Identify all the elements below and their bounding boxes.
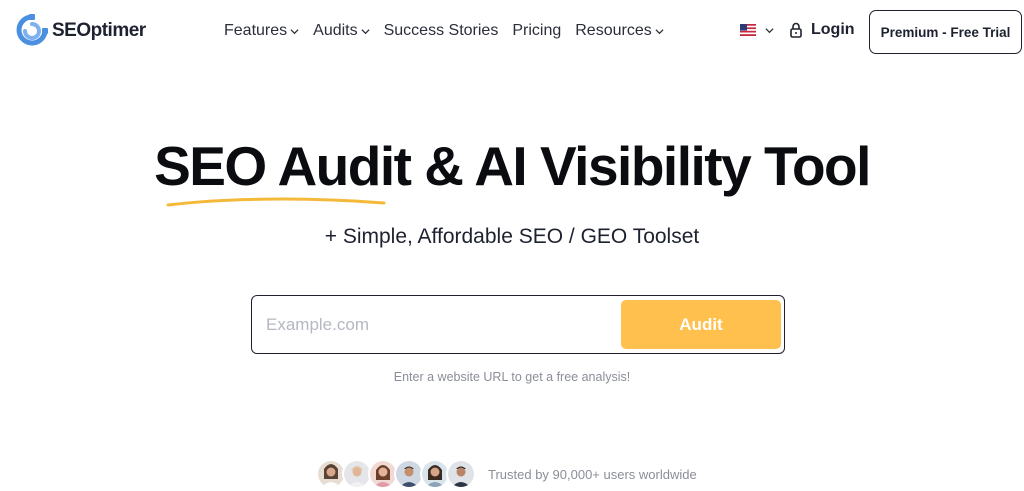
nav-item-resources[interactable]: Resources (575, 22, 664, 40)
nav-item-audits[interactable]: Audits (313, 22, 370, 40)
logo-text: SEOptimer (52, 20, 146, 41)
nav-item-label: Resources (575, 22, 652, 39)
chevron-down-icon (655, 29, 664, 35)
nav-item-success-stories[interactable]: Success Stories (384, 22, 499, 40)
trust-badge: Trusted by 90,000+ users worldwide (316, 459, 697, 489)
site-header: SEOptimer Features Audits Success Storie… (0, 0, 1024, 64)
search-hint: Enter a website URL to get a free analys… (393, 370, 631, 384)
login-label: Login (811, 21, 855, 38)
login-link[interactable]: Login (789, 21, 855, 39)
logo[interactable]: SEOptimer (16, 14, 146, 48)
chevron-down-icon (290, 29, 299, 35)
avatar (446, 459, 476, 489)
nav-item-label: Audits (313, 22, 358, 39)
chevron-down-icon (765, 28, 774, 34)
website-url-input[interactable] (266, 310, 606, 340)
user-avatars (316, 459, 476, 489)
nav-item-label: Pricing (512, 22, 562, 39)
us-flag-icon (740, 24, 756, 36)
lock-icon (790, 22, 802, 38)
page-title: SEO Audit & AI Visibility Tool (154, 135, 871, 197)
premium-free-trial-button[interactable]: Premium - Free Trial (869, 10, 1022, 54)
nav-item-label: Features (224, 22, 288, 39)
language-selector[interactable] (740, 24, 774, 36)
title-underline-decoration (166, 197, 386, 207)
audit-form: Audit (251, 295, 785, 354)
trust-text: Trusted by 90,000+ users worldwide (488, 466, 697, 482)
chevron-down-icon (361, 29, 370, 35)
nav-item-pricing[interactable]: Pricing (512, 22, 561, 40)
nav-item-features[interactable]: Features (224, 22, 299, 40)
main-nav: Features Audits Success Stories Pricing … (224, 22, 678, 40)
nav-item-label: Success Stories (383, 22, 499, 39)
hero-subtitle: + Simple, Affordable SEO / GEO Toolset (324, 225, 700, 248)
audit-button[interactable]: Audit (621, 300, 781, 349)
seoptimer-logo-icon (16, 14, 48, 46)
